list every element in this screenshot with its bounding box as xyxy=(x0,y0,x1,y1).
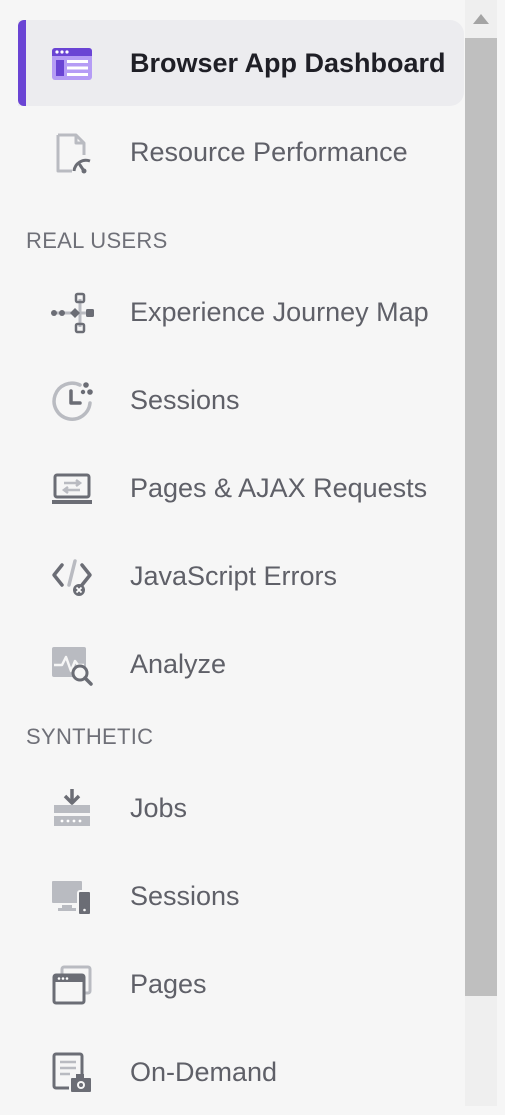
nav-item-pages[interactable]: Pages xyxy=(18,941,464,1027)
nav-label: Analyze xyxy=(130,649,227,679)
nav-label: Pages xyxy=(130,969,207,999)
resource-performance-icon xyxy=(50,131,94,175)
nav-label: Resource Performance xyxy=(130,137,408,167)
dashboard-icon xyxy=(50,42,94,86)
nav-item-analyze[interactable]: Analyze xyxy=(18,621,464,707)
active-indicator xyxy=(18,20,26,106)
analyze-chart-search-icon xyxy=(50,643,94,687)
nav-item-sessions[interactable]: Sessions xyxy=(18,357,464,443)
nav-item-resource-performance[interactable]: Resource Performance xyxy=(18,109,464,195)
nav-label: Experience Journey Map xyxy=(130,297,429,327)
sessions-clock-icon xyxy=(50,379,94,423)
vertical-scrollbar[interactable] xyxy=(465,0,497,1106)
nav-label: Pages & AJAX Requests xyxy=(130,473,428,503)
nav-item-on-demand[interactable]: On-Demand xyxy=(18,1029,464,1115)
nav-item-browser-app-dashboard[interactable]: Browser App Dashboard xyxy=(18,20,464,106)
code-error-icon xyxy=(50,555,94,599)
nav-label: Sessions xyxy=(130,881,240,911)
right-edge xyxy=(497,0,505,1106)
sidebar-nav: Browser App Dashboard Resource Performan… xyxy=(0,0,465,1106)
scroll-up-button[interactable] xyxy=(465,0,497,38)
journey-map-icon xyxy=(50,291,94,335)
scroll-up-arrow-icon xyxy=(473,14,489,24)
jobs-download-icon xyxy=(50,787,94,831)
devices-icon xyxy=(50,875,94,919)
nav-item-jobs[interactable]: Jobs xyxy=(18,765,464,851)
laptop-requests-icon xyxy=(50,467,94,511)
nav-item-synthetic-sessions[interactable]: Sessions xyxy=(18,853,464,939)
scroll-thumb[interactable] xyxy=(465,38,497,996)
nav-item-javascript-errors[interactable]: JavaScript Errors xyxy=(18,533,464,619)
pages-windows-icon xyxy=(50,963,94,1007)
nav-label: On-Demand xyxy=(130,1057,278,1087)
nav-label: Sessions xyxy=(130,385,240,415)
document-camera-icon xyxy=(50,1051,94,1095)
section-header-real-users: REAL USERS xyxy=(26,228,168,253)
nav-item-experience-journey-map[interactable]: Experience Journey Map xyxy=(18,269,464,355)
section-header-synthetic: SYNTHETIC xyxy=(26,724,154,749)
nav-label: JavaScript Errors xyxy=(130,561,338,591)
nav-label: Jobs xyxy=(130,793,188,823)
nav-item-pages-ajax-requests[interactable]: Pages & AJAX Requests xyxy=(18,445,464,531)
nav-label: Browser App Dashboard xyxy=(130,48,446,78)
